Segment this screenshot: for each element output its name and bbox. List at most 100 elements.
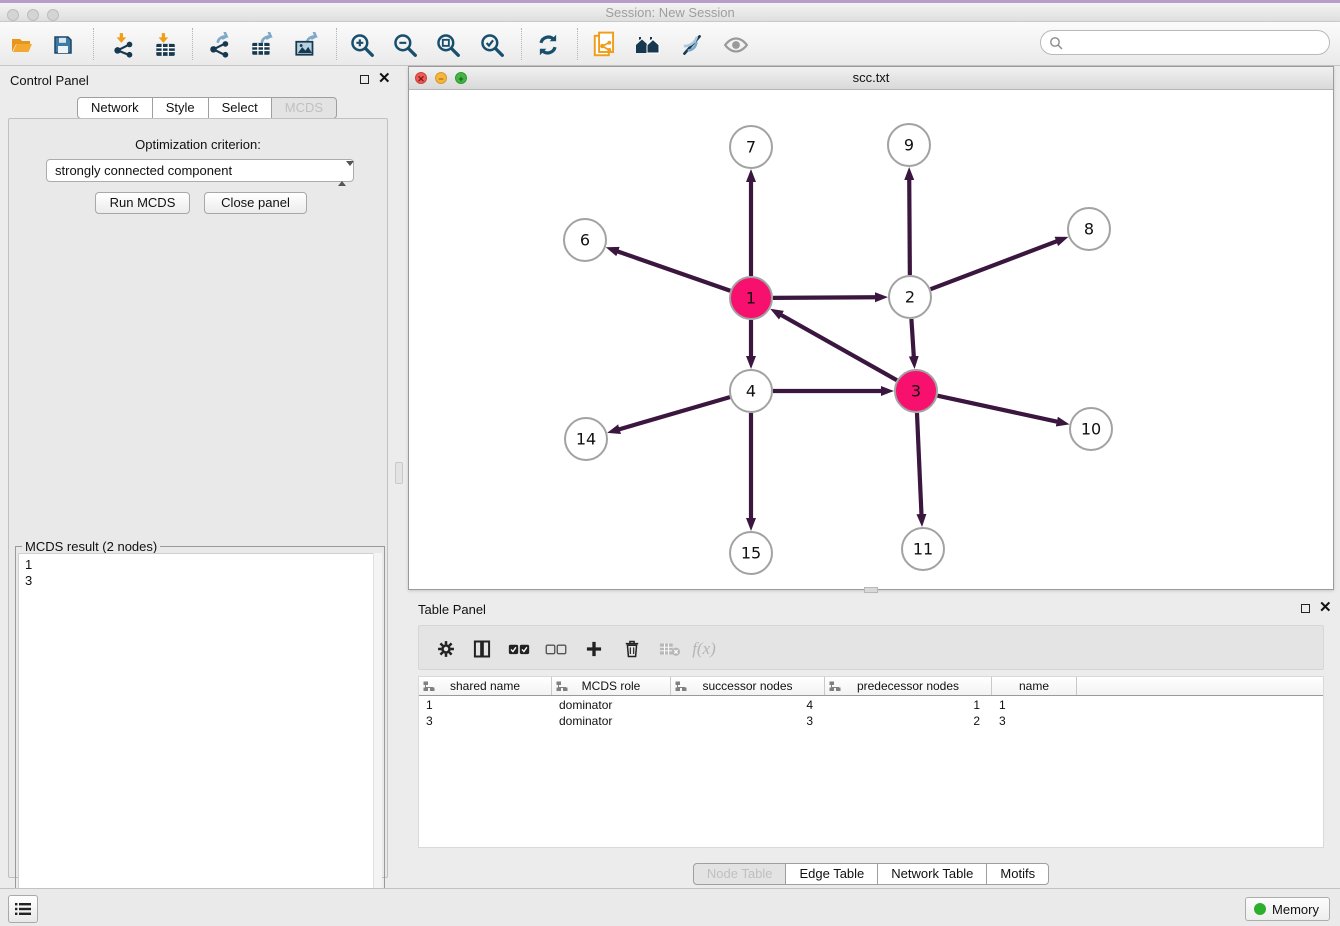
column-label: successor nodes — [702, 679, 792, 693]
node-6[interactable]: 6 — [564, 219, 606, 261]
vertical-splitter-handle[interactable] — [395, 462, 403, 484]
zoom-view-button[interactable]: + — [455, 72, 467, 84]
tab-edge-table[interactable]: Edge Table — [786, 863, 878, 885]
show-columns-icon[interactable] — [469, 636, 495, 662]
mcds-result-item[interactable]: 1 — [25, 557, 381, 573]
svg-text:14: 14 — [576, 430, 596, 449]
edge-1-6[interactable] — [617, 251, 730, 291]
criterion-dropdown[interactable]: strongly connected component — [46, 159, 354, 182]
column-type-icon — [556, 681, 568, 695]
table-cell-shared-name[interactable]: 3 — [419, 713, 552, 729]
svg-text:4: 4 — [746, 382, 756, 401]
close-table-panel-icon[interactable]: ✕ — [1319, 599, 1332, 617]
table-cell-successor-nodes[interactable]: 3 — [671, 713, 825, 729]
node-9[interactable]: 9 — [888, 124, 930, 166]
column-header-mcds-role[interactable]: MCDS role — [552, 677, 671, 695]
tab-node-table[interactable]: Node Table — [693, 863, 787, 885]
tab-select[interactable]: Select — [209, 97, 272, 119]
tab-motifs[interactable]: Motifs — [987, 863, 1049, 885]
run-mcds-button[interactable]: Run MCDS — [95, 192, 190, 214]
close-panel-button[interactable]: Close panel — [204, 192, 307, 214]
home-icon[interactable] — [632, 29, 664, 61]
network-canvas[interactable]: 7 9 6 8 1 2 4 3 14 10 15 11 — [409, 90, 1333, 589]
column-header-predecessor-nodes[interactable]: predecessor nodes — [825, 677, 992, 695]
edge-3-10[interactable] — [937, 396, 1057, 422]
svg-text:1: 1 — [746, 289, 756, 308]
delete-column-icon[interactable] — [619, 636, 645, 662]
zoom-in-icon[interactable] — [346, 29, 378, 61]
table-row[interactable]: 3dominator323 — [419, 713, 1323, 729]
import-table-icon[interactable] — [149, 29, 181, 61]
memory-button[interactable]: Memory — [1245, 897, 1330, 921]
search-input[interactable] — [1068, 35, 1329, 50]
column-header-name[interactable]: name — [992, 677, 1077, 695]
node-15[interactable]: 15 — [730, 532, 772, 574]
zoom-fit-icon[interactable] — [432, 29, 464, 61]
edge-2-9[interactable] — [909, 179, 910, 275]
zoom-selected-icon[interactable] — [476, 29, 508, 61]
network-window-titlebar[interactable]: scc.txt ✕ − + — [409, 67, 1333, 90]
add-column-icon[interactable] — [581, 636, 607, 662]
column-header-successor-nodes[interactable]: successor nodes — [671, 677, 825, 695]
node-3[interactable]: 3 — [895, 370, 937, 412]
table-cell-name[interactable]: 3 — [992, 713, 1077, 729]
table-panel: Table Panel ✕ — [408, 595, 1334, 886]
control-panel-tabs: NetworkStyleSelectMCDS — [77, 97, 337, 119]
close-view-button[interactable]: ✕ — [415, 72, 427, 84]
task-history-button[interactable] — [8, 895, 38, 923]
table-cell-mcds-role[interactable]: dominator — [552, 697, 671, 713]
tab-style[interactable]: Style — [153, 97, 209, 119]
close-panel-icon[interactable]: ✕ — [378, 70, 391, 88]
edge-1-2[interactable] — [773, 297, 876, 298]
node-1[interactable]: 1 — [730, 277, 772, 319]
tab-network[interactable]: Network — [77, 97, 153, 119]
minimize-view-button[interactable]: − — [435, 72, 447, 84]
mcds-result-scrollbar[interactable] — [373, 553, 382, 923]
search-field[interactable] — [1040, 30, 1330, 55]
node-7[interactable]: 7 — [730, 126, 772, 168]
mcds-result-item[interactable]: 3 — [25, 573, 381, 589]
column-type-icon — [423, 681, 435, 695]
edge-3-1[interactable] — [781, 315, 897, 381]
node-10[interactable]: 10 — [1070, 408, 1112, 450]
float-panel-icon[interactable] — [360, 75, 369, 84]
edge-4-14[interactable] — [619, 397, 730, 429]
mcds-result-list[interactable]: 13 — [18, 553, 382, 923]
table-row[interactable]: 1dominator411 — [419, 697, 1323, 713]
table-cell-predecessor-nodes[interactable]: 2 — [825, 713, 992, 729]
table-cell-mcds-role[interactable]: dominator — [552, 713, 671, 729]
table-cell-predecessor-nodes[interactable]: 1 — [825, 697, 992, 713]
table-settings-gear-icon[interactable] — [433, 636, 459, 662]
save-session-icon[interactable] — [47, 29, 79, 61]
edge-3-11[interactable] — [917, 413, 922, 515]
refresh-icon[interactable] — [532, 29, 564, 61]
horizontal-splitter-handle[interactable] — [864, 587, 878, 593]
optimization-criterion-label: Optimization criterion: — [9, 137, 387, 152]
node-table[interactable]: shared nameMCDS role successor nodes prede… — [418, 676, 1324, 848]
select-all-icon[interactable] — [506, 636, 532, 662]
export-table-icon[interactable] — [246, 29, 278, 61]
zoom-out-icon[interactable] — [389, 29, 421, 61]
table-cell-shared-name[interactable]: 1 — [419, 697, 552, 713]
export-image-icon[interactable] — [290, 29, 322, 61]
node-2[interactable]: 2 — [889, 276, 931, 318]
node-8[interactable]: 8 — [1068, 208, 1110, 250]
node-14[interactable]: 14 — [565, 418, 607, 460]
tab-mcds[interactable]: MCDS — [272, 97, 337, 119]
tab-network-table[interactable]: Network Table — [878, 863, 987, 885]
open-file-icon[interactable] — [6, 29, 38, 61]
import-network-icon[interactable] — [107, 29, 139, 61]
network-file-icon[interactable] — [589, 29, 621, 61]
graphics-details-icon[interactable] — [676, 29, 708, 61]
edge-2-8[interactable] — [931, 241, 1058, 289]
export-network-icon[interactable] — [204, 29, 236, 61]
float-table-panel-icon[interactable] — [1301, 604, 1310, 613]
deselect-all-icon[interactable] — [543, 636, 569, 662]
node-11[interactable]: 11 — [902, 528, 944, 570]
edge-2-3[interactable] — [911, 319, 913, 357]
node-4[interactable]: 4 — [730, 370, 772, 412]
control-panel: Control Panel ✕ NetworkStyleSelectMCDS O… — [0, 66, 396, 880]
table-cell-successor-nodes[interactable]: 4 — [671, 697, 825, 713]
table-cell-name[interactable]: 1 — [992, 697, 1077, 713]
column-header-shared-name[interactable]: shared name — [419, 677, 552, 695]
